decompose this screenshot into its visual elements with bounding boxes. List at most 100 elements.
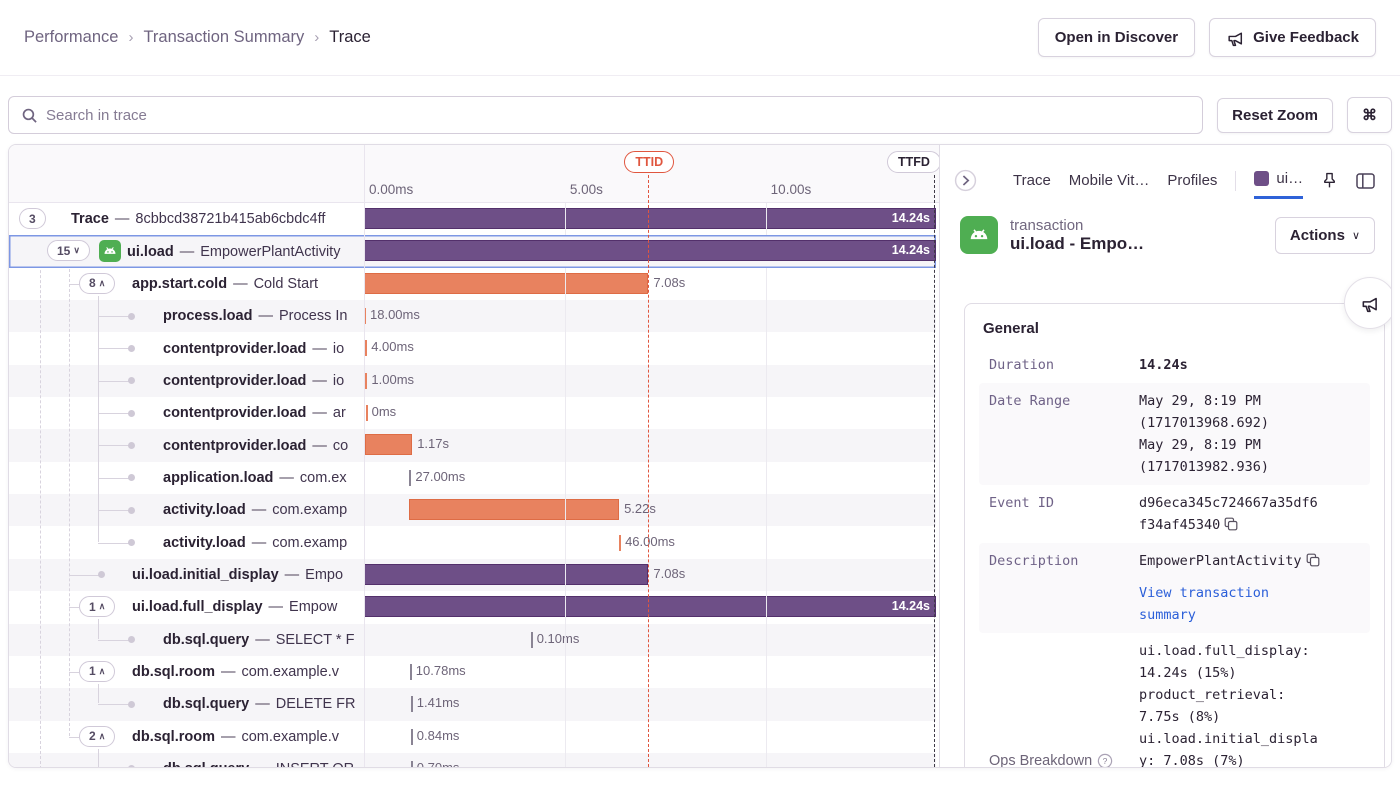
span-op: ui.load.initial_display — [132, 567, 279, 583]
span-description: DELETE FR — [276, 696, 356, 712]
ops-breakdown-item: ui.load.full_display: 14.24s (15%) — [1139, 640, 1360, 684]
trace-row[interactable]: process.load—Process In18.00ms — [9, 300, 936, 332]
kv-value-text: May 29, 8:19 PM (1717013968.692) May 29,… — [1139, 393, 1269, 475]
copy-icon[interactable] — [1224, 517, 1238, 531]
trace-row[interactable]: contentprovider.load—ar0ms — [9, 397, 936, 429]
span-tick[interactable] — [366, 405, 368, 421]
search-icon — [21, 107, 38, 124]
breadcrumb-item: Trace — [329, 28, 371, 47]
breadcrumb-item[interactable]: Transaction Summary — [143, 28, 304, 47]
drawer-tab-profiles[interactable]: Profiles — [1167, 172, 1217, 198]
span-separator: — — [115, 211, 130, 227]
timeline-cell: 7.08s — [364, 268, 936, 300]
tree-connector — [98, 510, 131, 511]
layout-left-icon[interactable] — [1356, 173, 1375, 189]
row-expand-pill[interactable]: 2∧ — [79, 726, 115, 747]
trace-row[interactable]: 2∧db.sql.room—com.example.v0.84ms — [9, 721, 936, 753]
timeline-cell: 14.24s — [364, 203, 936, 235]
span-tick[interactable] — [411, 761, 413, 768]
span-description: ar — [333, 405, 346, 421]
span-separator: — — [285, 567, 300, 583]
trace-row[interactable]: 15∨ui.load—EmpowerPlantActivity14.24s — [9, 235, 936, 267]
span-tick[interactable] — [411, 729, 413, 745]
row-expand-pill[interactable]: 8∧ — [79, 273, 115, 294]
trace-row[interactable]: 1∧db.sql.room—com.example.v10.78ms — [9, 656, 936, 688]
marker-pill-ttid: TTID — [624, 151, 674, 173]
span-bar[interactable]: 14.24s — [364, 240, 936, 261]
span-bar[interactable]: 14.24s — [364, 596, 936, 617]
tree-leaf-dot — [128, 507, 135, 514]
trace-row[interactable]: db.sql.query—INSERT OR0.70ms — [9, 753, 936, 768]
search-box[interactable] — [8, 96, 1203, 134]
row-expand-pill[interactable]: 1∧ — [79, 596, 115, 617]
span-tick[interactable] — [365, 373, 367, 389]
span-tick[interactable] — [619, 535, 621, 551]
span-tick[interactable] — [365, 340, 367, 356]
span-tick[interactable] — [531, 632, 533, 648]
copy-icon[interactable] — [1306, 553, 1320, 567]
reset-zoom-button[interactable]: Reset Zoom — [1217, 98, 1333, 133]
actions-button[interactable]: Actions ∨ — [1275, 217, 1375, 254]
trace-row[interactable]: activity.load—com.examp46.00ms — [9, 527, 936, 559]
span-bar[interactable]: 14.24s — [364, 208, 936, 229]
row-expand-pill[interactable]: 3 — [19, 208, 46, 229]
duration-label: 14.24s — [892, 599, 930, 613]
kv-key: Event ID — [989, 492, 1131, 536]
kv-row-duration: Duration14.24s — [979, 347, 1370, 383]
actions-label: Actions — [1290, 227, 1345, 244]
kv-value: d96eca345c724667a35df6 f34af45340 — [1139, 492, 1360, 536]
tree-connector — [69, 284, 79, 285]
span-tick[interactable] — [411, 696, 413, 712]
chevron-up-icon: ∧ — [99, 731, 106, 742]
span-tick[interactable] — [410, 664, 412, 680]
span-op: process.load — [163, 308, 252, 324]
span-bar[interactable] — [409, 499, 619, 520]
header-buttons: Open in Discover Give Feedback — [1038, 18, 1376, 57]
shortcut-button[interactable]: ⌘ — [1347, 97, 1392, 133]
drawer-tab-ui[interactable]: ui… — [1254, 170, 1303, 199]
trace-row[interactable]: db.sql.query—DELETE FR1.41ms — [9, 688, 936, 720]
trace-row[interactable]: contentprovider.load—co1.17s — [9, 429, 936, 461]
span-op: application.load — [163, 470, 273, 486]
help-icon[interactable]: ? — [1097, 753, 1113, 768]
span-bar[interactable] — [364, 273, 648, 294]
timeline-cell: 7.08s — [364, 559, 936, 591]
search-input[interactable] — [46, 107, 1190, 124]
row-expand-pill[interactable]: 1∧ — [79, 661, 115, 682]
span-separator: — — [255, 696, 270, 712]
drawer-tab-trace[interactable]: Trace — [1013, 172, 1051, 198]
span-bar[interactable] — [364, 564, 648, 585]
span-separator: — — [233, 276, 248, 292]
give-feedback-button[interactable]: Give Feedback — [1209, 18, 1376, 57]
chevron-up-icon: ∧ — [99, 278, 106, 289]
duration-label: 5.22s — [624, 501, 656, 516]
reset-zoom-label: Reset Zoom — [1232, 107, 1318, 124]
collapse-panel-button[interactable] — [954, 169, 977, 192]
breadcrumb-item[interactable]: Performance — [24, 28, 118, 47]
duration-label: 7.08s — [653, 566, 685, 581]
row-expand-pill[interactable]: 15∨ — [47, 240, 90, 261]
tree-connector — [98, 316, 131, 317]
trace-row[interactable]: db.sql.query—SELECT * F0.10ms — [9, 624, 936, 656]
open-in-discover-button[interactable]: Open in Discover — [1038, 18, 1195, 57]
trace-row[interactable]: application.load—com.ex27.00ms — [9, 462, 936, 494]
trace-row[interactable]: 8∧app.start.cold—Cold Start7.08s — [9, 268, 936, 300]
tree-connector — [98, 445, 131, 446]
trace-row[interactable]: contentprovider.load—io1.00ms — [9, 365, 936, 397]
span-op: db.sql.query — [163, 632, 249, 648]
trace-row[interactable]: 3Trace—8cbbcd38721b415ab6cbdc4ff14.24s — [9, 203, 936, 235]
span-bar[interactable] — [365, 434, 412, 455]
view-transaction-summary-link[interactable]: View transaction summary — [1139, 582, 1360, 626]
trace-row[interactable]: contentprovider.load—io4.00ms — [9, 332, 936, 364]
trace-row[interactable]: activity.load—com.examp5.22s — [9, 494, 936, 526]
trace-row[interactable]: 1∧ui.load.full_display—Empow14.24s — [9, 591, 936, 623]
trace-row[interactable]: ui.load.initial_display—Empo7.08s — [9, 559, 936, 591]
pin-icon[interactable] — [1321, 172, 1338, 189]
timeline-cell: 18.00ms — [364, 300, 936, 332]
tree-connector — [69, 575, 101, 576]
drawer-tab-mobilevit[interactable]: Mobile Vit… — [1069, 172, 1150, 198]
feedback-float-button[interactable] — [1344, 277, 1392, 329]
span-tick[interactable] — [409, 470, 411, 486]
timeline-gridline — [766, 185, 767, 767]
span-op: contentprovider.load — [163, 405, 306, 421]
